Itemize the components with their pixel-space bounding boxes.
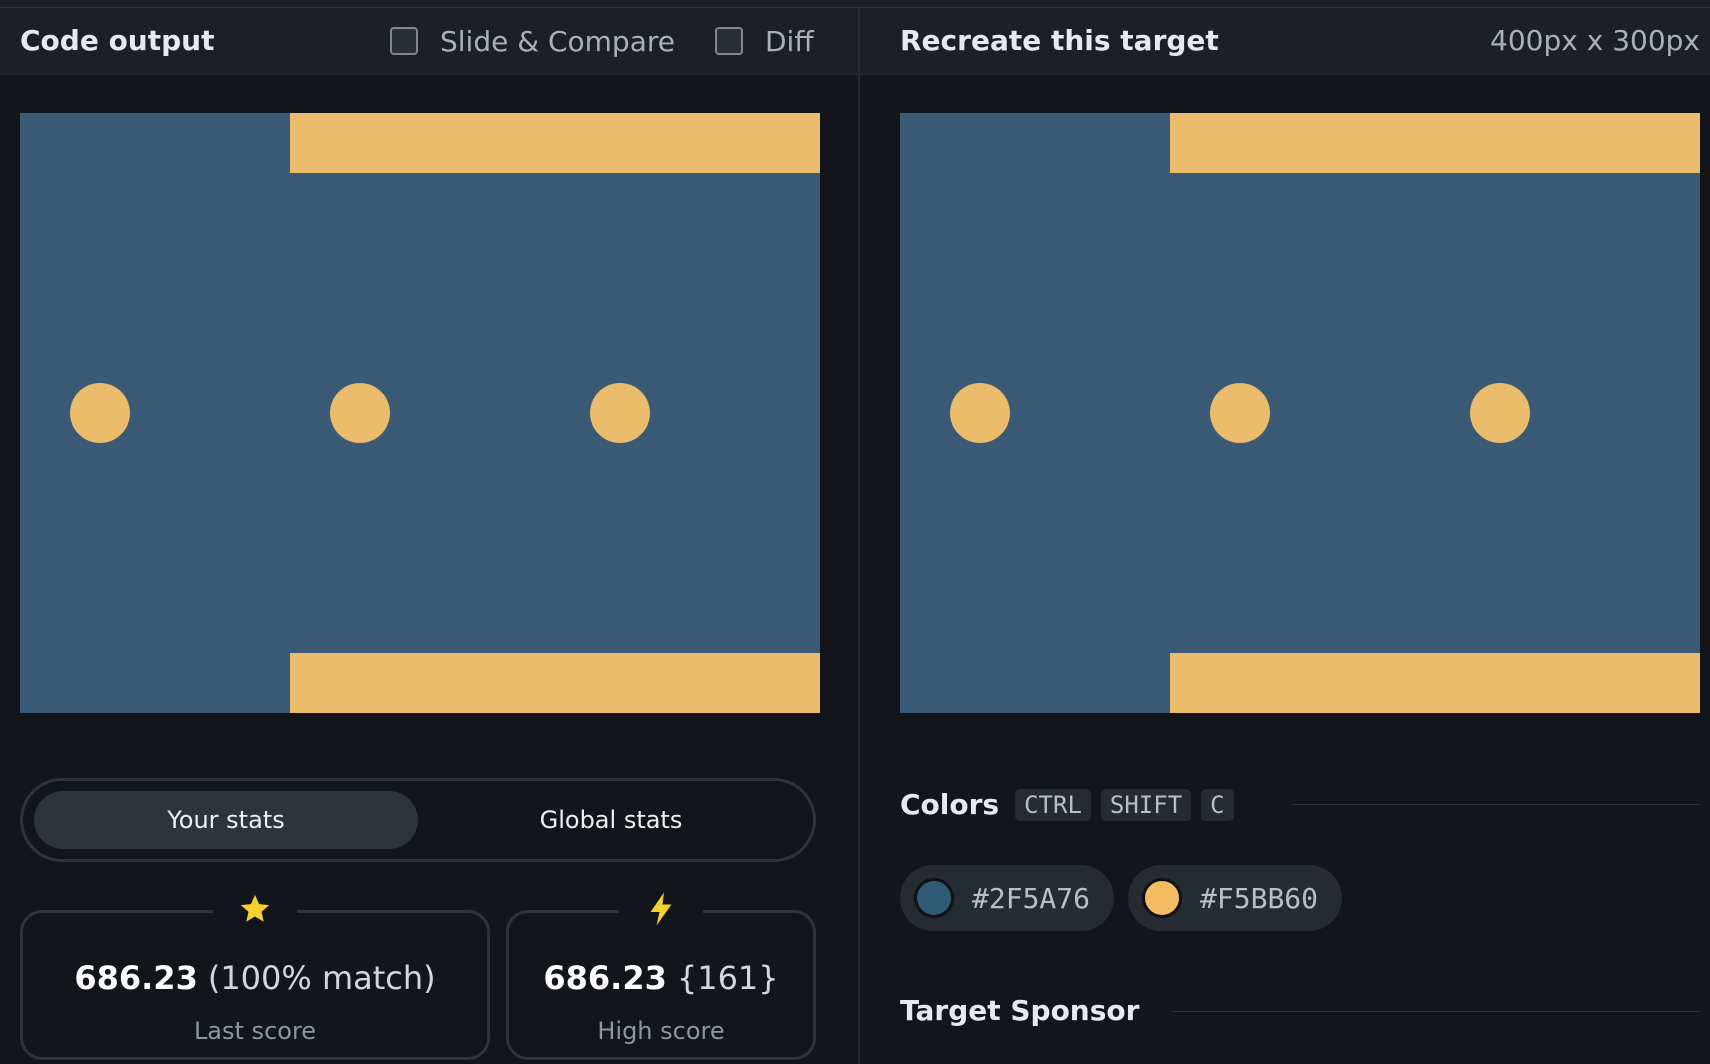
target-size: 400px x 300px bbox=[1490, 24, 1700, 57]
colors-title: Colors bbox=[900, 788, 1000, 821]
color-swatches: #2F5A76 #F5BB60 bbox=[900, 865, 1356, 931]
color-swatch[interactable]: #2F5A76 bbox=[900, 865, 1115, 931]
target-sponsor-title: Target Sponsor bbox=[900, 994, 1140, 1027]
slide-compare-checkbox[interactable] bbox=[390, 27, 418, 55]
colors-rule bbox=[1292, 804, 1700, 805]
circle bbox=[950, 383, 1010, 443]
target-title: Recreate this target bbox=[900, 24, 1219, 57]
target-header: Recreate this target 400px x 300px bbox=[860, 8, 1710, 75]
color-swatch[interactable]: #F5BB60 bbox=[1128, 865, 1343, 931]
diff-label: Diff bbox=[765, 24, 814, 58]
bottom-bar bbox=[1170, 653, 1700, 713]
high-score-card: 686.23 {161} High score bbox=[506, 887, 816, 1060]
last-score-label: Last score bbox=[193, 1017, 317, 1045]
high-score-value: 686.23 {161} bbox=[543, 959, 779, 997]
star-icon bbox=[213, 887, 297, 927]
last-score-value: 686.23 (100% match) bbox=[74, 959, 436, 997]
target-panel: Recreate this target 400px x 300px Color… bbox=[860, 8, 1710, 1064]
code-output-header: Code output Slide & Compare Diff bbox=[0, 8, 858, 75]
diff-checkbox[interactable] bbox=[715, 27, 743, 55]
kbd-c: C bbox=[1201, 788, 1234, 821]
kbd-ctrl: CTRL bbox=[1015, 788, 1091, 821]
circle bbox=[1470, 383, 1530, 443]
last-score-card: 686.23 (100% match) Last score bbox=[20, 887, 490, 1060]
swatch-hex: #2F5A76 bbox=[972, 881, 1091, 915]
output-canvas[interactable] bbox=[20, 113, 820, 713]
code-output-title: Code output bbox=[20, 24, 215, 57]
swatch-dot bbox=[914, 878, 954, 918]
circle bbox=[330, 383, 390, 443]
slide-compare-toggle[interactable]: Slide & Compare bbox=[390, 8, 675, 74]
lightning-icon bbox=[619, 887, 703, 927]
swatch-hex: #F5BB60 bbox=[1200, 881, 1319, 915]
bottom-bar bbox=[290, 653, 820, 713]
circle bbox=[70, 383, 130, 443]
kbd-shift: SHIFT bbox=[1100, 788, 1192, 821]
slide-compare-label: Slide & Compare bbox=[440, 24, 675, 58]
colors-heading: Colors CTRL SHIFT C bbox=[900, 788, 1244, 821]
code-output-panel: Code output Slide & Compare Diff Your st… bbox=[0, 8, 858, 1064]
tab-your-stats[interactable]: Your stats bbox=[34, 791, 418, 849]
top-edge bbox=[0, 0, 1710, 8]
top-bar bbox=[1170, 113, 1700, 173]
circle bbox=[1210, 383, 1270, 443]
stats-toggle: Your stats Global stats bbox=[20, 778, 816, 862]
high-score-label: High score bbox=[597, 1017, 725, 1045]
sponsor-rule bbox=[1172, 1011, 1700, 1012]
top-bar bbox=[290, 113, 820, 173]
target-canvas bbox=[900, 113, 1700, 713]
diff-toggle[interactable]: Diff bbox=[715, 8, 814, 74]
swatch-dot bbox=[1142, 878, 1183, 918]
circle bbox=[590, 383, 650, 443]
tab-global-stats[interactable]: Global stats bbox=[419, 791, 803, 849]
